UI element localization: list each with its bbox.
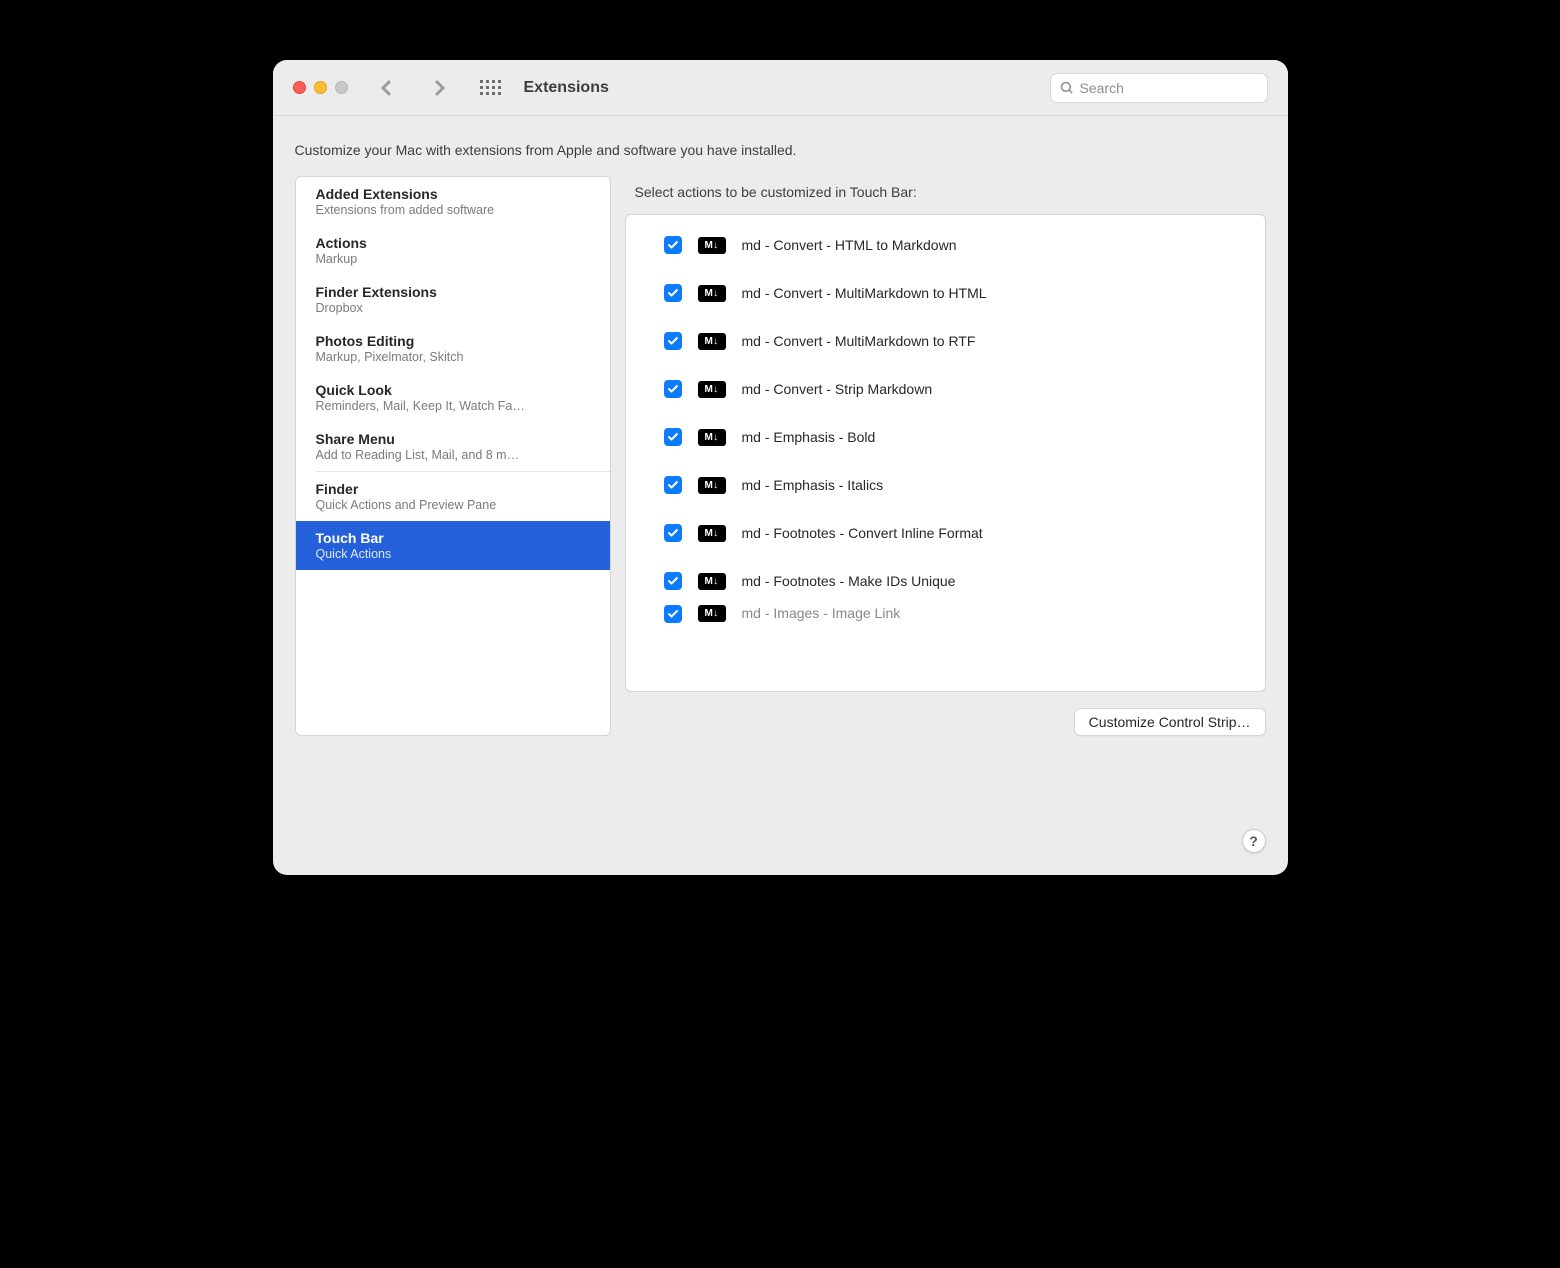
- checkbox[interactable]: [664, 605, 682, 623]
- action-row[interactable]: M↓ md - Convert - MultiMarkdown to RTF: [626, 317, 1265, 365]
- show-all-button[interactable]: [480, 80, 502, 96]
- back-button[interactable]: [374, 76, 398, 100]
- sidebar-item-subtitle: Reminders, Mail, Keep It, Watch Fa…: [316, 399, 590, 413]
- markdown-icon: M↓: [698, 605, 726, 622]
- traffic-lights: [293, 81, 348, 94]
- markdown-icon: M↓: [698, 237, 726, 254]
- sidebar-item-title: Actions: [316, 235, 590, 251]
- action-label: md - Footnotes - Make IDs Unique: [742, 573, 956, 589]
- action-label: md - Convert - MultiMarkdown to HTML: [742, 285, 987, 301]
- sidebar-item-title: Share Menu: [316, 431, 590, 447]
- action-row[interactable]: M↓ md - Footnotes - Make IDs Unique: [626, 557, 1265, 605]
- action-row[interactable]: M↓ md - Convert - Strip Markdown: [626, 365, 1265, 413]
- sidebar-item-actions[interactable]: Actions Markup: [296, 226, 610, 275]
- checkbox[interactable]: [664, 428, 682, 446]
- markdown-icon: M↓: [698, 573, 726, 590]
- sidebar-item-title: Photos Editing: [316, 333, 590, 349]
- sidebar-item-title: Added Extensions: [316, 186, 590, 202]
- help-button[interactable]: ?: [1242, 829, 1266, 853]
- sidebar-item-touch-bar[interactable]: Touch Bar Quick Actions: [296, 521, 610, 570]
- sidebar-item-title: Quick Look: [316, 382, 590, 398]
- action-row[interactable]: M↓ md - Images - Image Link: [626, 605, 1265, 623]
- sidebar-item-subtitle: Markup: [316, 252, 590, 266]
- main-panel: Select actions to be customized in Touch…: [625, 176, 1266, 736]
- sidebar-item-added-extensions[interactable]: Added Extensions Extensions from added s…: [296, 177, 610, 226]
- sidebar-item-subtitle: Add to Reading List, Mail, and 8 m…: [316, 448, 590, 462]
- zoom-button[interactable]: [335, 81, 348, 94]
- markdown-icon: M↓: [698, 333, 726, 350]
- checkbox[interactable]: [664, 332, 682, 350]
- checkbox[interactable]: [664, 572, 682, 590]
- footer-row: Customize Control Strip…: [625, 708, 1266, 736]
- main-header: Select actions to be customized in Touch…: [625, 176, 1266, 214]
- sidebar-item-subtitle: Dropbox: [316, 301, 590, 315]
- sidebar-item-title: Finder Extensions: [316, 284, 590, 300]
- checkbox[interactable]: [664, 284, 682, 302]
- search-icon: [1059, 80, 1074, 95]
- sidebar-item-subtitle: Quick Actions and Preview Pane: [316, 498, 590, 512]
- checkbox[interactable]: [664, 380, 682, 398]
- actions-list[interactable]: M↓ md - Convert - HTML to Markdown M↓ md - …: [625, 214, 1266, 692]
- sidebar-item-subtitle: Quick Actions: [316, 547, 590, 561]
- markdown-icon: M↓: [698, 381, 726, 398]
- body: Added Extensions Extensions from added s…: [273, 176, 1288, 867]
- sidebar-item-photos-editing[interactable]: Photos Editing Markup, Pixelmator, Skitc…: [296, 324, 610, 373]
- markdown-icon: M↓: [698, 525, 726, 542]
- intro-text: Customize your Mac with extensions from …: [273, 116, 1288, 176]
- checkbox[interactable]: [664, 476, 682, 494]
- customize-control-strip-button[interactable]: Customize Control Strip…: [1074, 708, 1266, 736]
- close-button[interactable]: [293, 81, 306, 94]
- sidebar-item-subtitle: Extensions from added software: [316, 203, 590, 217]
- action-row[interactable]: M↓ md - Emphasis - Italics: [626, 461, 1265, 509]
- action-label: md - Convert - MultiMarkdown to RTF: [742, 333, 976, 349]
- markdown-icon: M↓: [698, 429, 726, 446]
- markdown-icon: M↓: [698, 285, 726, 302]
- minimize-button[interactable]: [314, 81, 327, 94]
- checkbox[interactable]: [664, 236, 682, 254]
- search-wrap: [1050, 73, 1268, 103]
- action-label: md - Footnotes - Convert Inline Format: [742, 525, 983, 541]
- window-title: Extensions: [524, 79, 609, 97]
- markdown-icon: M↓: [698, 477, 726, 494]
- forward-button[interactable]: [428, 76, 452, 100]
- sidebar-item-title: Touch Bar: [316, 530, 590, 546]
- action-label: md - Emphasis - Bold: [742, 429, 876, 445]
- titlebar: Extensions: [273, 60, 1288, 116]
- checkbox[interactable]: [664, 524, 682, 542]
- sidebar-item-title: Finder: [316, 481, 590, 497]
- action-row[interactable]: M↓ md - Footnotes - Convert Inline Format: [626, 509, 1265, 557]
- action-label: md - Convert - HTML to Markdown: [742, 237, 957, 253]
- action-label: md - Emphasis - Italics: [742, 477, 884, 493]
- action-row[interactable]: M↓ md - Emphasis - Bold: [626, 413, 1265, 461]
- sidebar: Added Extensions Extensions from added s…: [295, 176, 611, 736]
- action-row[interactable]: M↓ md - Convert - HTML to Markdown: [626, 221, 1265, 269]
- sidebar-item-finder[interactable]: Finder Quick Actions and Preview Pane: [296, 472, 610, 521]
- sidebar-item-finder-extensions[interactable]: Finder Extensions Dropbox: [296, 275, 610, 324]
- action-label: md - Convert - Strip Markdown: [742, 381, 933, 397]
- nav-arrows: [374, 76, 452, 100]
- sidebar-item-share-menu[interactable]: Share Menu Add to Reading List, Mail, an…: [296, 422, 610, 471]
- sidebar-item-quick-look[interactable]: Quick Look Reminders, Mail, Keep It, Wat…: [296, 373, 610, 422]
- action-label: md - Images - Image Link: [742, 605, 901, 621]
- system-preferences-window: Extensions Customize your Mac with exten…: [273, 60, 1288, 875]
- action-row[interactable]: M↓ md - Convert - MultiMarkdown to HTML: [626, 269, 1265, 317]
- search-input[interactable]: [1080, 80, 1259, 96]
- search-field[interactable]: [1050, 73, 1268, 103]
- sidebar-item-subtitle: Markup, Pixelmator, Skitch: [316, 350, 590, 364]
